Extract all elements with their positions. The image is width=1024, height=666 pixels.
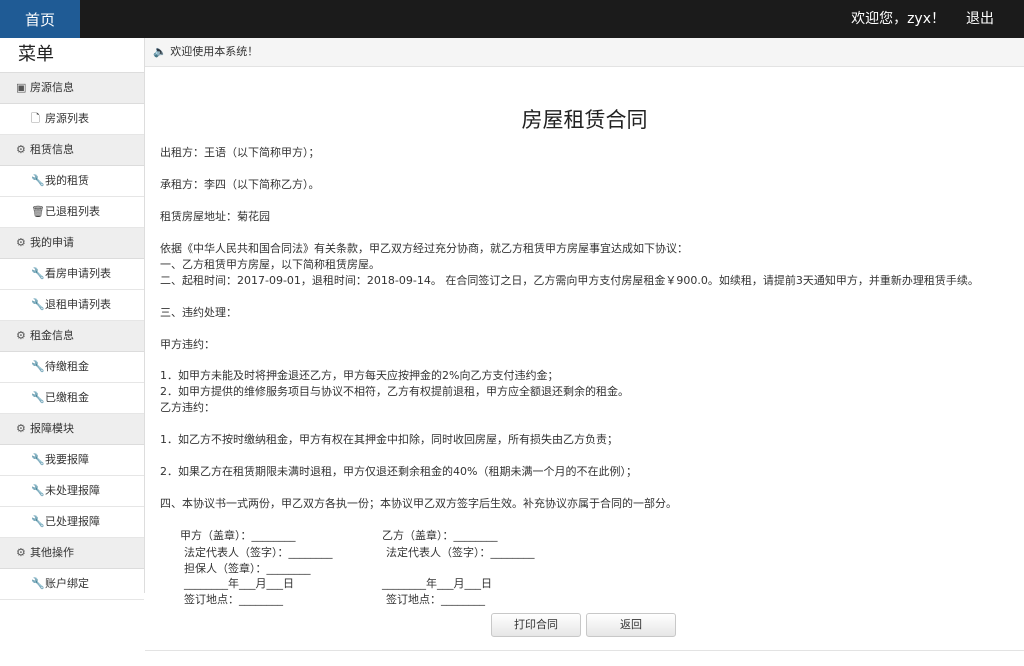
sidebar-item-label: 已缴租金 [45, 391, 89, 404]
sidebar-item-report-fault[interactable]: 🔧我要报障 [0, 445, 144, 476]
sig-party-a-date: ________年___月___日 [184, 577, 294, 590]
sidebar-item-unprocessed-faults[interactable]: 🔧未处理报障 [0, 476, 144, 507]
menu-title: 菜单 [0, 38, 144, 73]
wrench-icon: 🔧 [31, 484, 45, 497]
sig-party-a-place: 签订地点：________ [184, 593, 283, 606]
sidebar-group-rental-info[interactable]: ⚙ 租赁信息 [0, 135, 144, 166]
gear-icon: ⚙ [16, 329, 26, 342]
wrench-icon: 🔧 [31, 267, 45, 280]
sig-guarantor: 担保人（签章）：________ [184, 562, 311, 575]
sidebar-item-label: 账户绑定 [45, 577, 89, 590]
wrench-icon: 🔧 [31, 298, 45, 311]
sidebar-item-label: 看房申请列表 [45, 267, 111, 280]
sidebar-item-rent-due[interactable]: 🔧待缴租金 [0, 352, 144, 383]
contract-a1: 1．如甲方未能及时将押金退还乙方，甲方每天应按押金的2%向乙方支付违约金； [160, 369, 559, 382]
plus-square-icon: ▣ [16, 81, 27, 94]
sidebar-item-label: 我的租赁 [45, 174, 89, 187]
sidebar-item-label: 退租申请列表 [45, 298, 111, 311]
sidebar-group-my-applications[interactable]: ⚙ 我的申请 [0, 228, 144, 259]
contract-title: 房屋租赁合同 [521, 108, 648, 132]
contract-basis: 依据《中华人民共和国合同法》有关条款，甲乙双方经过充分协商，就乙方租赁甲方房屋事… [160, 242, 688, 255]
sig-party-b-rep: 法定代表人（签字）：________ [386, 546, 535, 559]
notice-text: 欢迎使用本系统！ [170, 45, 259, 58]
sidebar-item-rent-paid[interactable]: 🔧已缴租金 [0, 383, 144, 414]
sidebar-group-rent-info[interactable]: ⚙ 租金信息 [0, 321, 144, 352]
speaker-icon: 🔈 [153, 45, 167, 58]
file-icon: 🗋 [31, 112, 40, 125]
nav-home-tab[interactable]: 首页 [0, 0, 80, 38]
sidebar-item-ended-rentals[interactable]: 🗑已退租列表 [0, 197, 144, 228]
sidebar-menu: 菜单 ▣ 房源信息 🗋 房源列表 ⚙ 租赁信息 🔧我的租赁 🗑已退租列表 ⚙ 我的申请 … [0, 38, 145, 600]
sidebar-group-label: 报障模块 [30, 422, 74, 435]
sidebar-item-label: 已退租列表 [45, 205, 100, 218]
sidebar-item-my-rentals[interactable]: 🔧我的租赁 [0, 166, 144, 197]
sidebar-item-processed-faults[interactable]: 🔧已处理报障 [0, 507, 144, 538]
sidebar-group-fault-reports[interactable]: ⚙ 报障模块 [0, 414, 144, 445]
contract-clause-1: 一、乙方租赁甲方房屋，以下简称租赁房屋。 [160, 258, 380, 271]
sidebar-group-label: 我的申请 [30, 236, 74, 249]
sidebar-item-listing-list[interactable]: 🗋 房源列表 [0, 104, 144, 135]
wrench-icon: 🔧 [31, 453, 45, 466]
sig-party-b-place: 签订地点：________ [386, 593, 485, 606]
gear-icon: ⚙ [16, 422, 26, 435]
notice-bar: 🔈 欢迎使用本系统！ [145, 38, 1024, 67]
wrench-icon: 🔧 [31, 391, 45, 404]
sidebar-item-label: 待缴租金 [45, 360, 89, 373]
sidebar-group-listing-info[interactable]: ▣ 房源信息 [0, 73, 144, 104]
sidebar-item-label: 我要报障 [45, 453, 89, 466]
wrench-icon: 🔧 [31, 174, 45, 187]
contract-address: 租赁房屋地址：菊花园 [160, 210, 270, 223]
sidebar-item-account-binding[interactable]: 🔧账户绑定 [0, 569, 144, 600]
contract-clause-2: 二、起租时间：2017-09-01，退租时间：2018-09-14。 在合同签订… [160, 274, 979, 287]
gear-icon: ⚙ [16, 236, 26, 249]
back-button[interactable]: 返回 [586, 613, 676, 637]
sig-party-b: 乙方（盖章）：________ [382, 529, 498, 542]
print-contract-button[interactable]: 打印合同 [491, 613, 581, 637]
contract-lessee: 承租方：李四（以下简称乙方）。 [160, 178, 320, 191]
gear-icon: ⚙ [16, 143, 26, 156]
contract-party-a-breach: 甲方违约： [160, 338, 215, 351]
sidebar-group-label: 租赁信息 [30, 143, 74, 156]
contract-b2: 2．如果乙方在租赁期限未满时退租，甲方仅退还剩余租金的40%（租期未满一个月的不… [160, 465, 637, 478]
logout-link[interactable]: 退出 [966, 0, 994, 38]
sig-party-a: 甲方（盖章）：________ [180, 529, 296, 542]
welcome-text: 欢迎您，zyx！ [851, 11, 945, 27]
top-navbar: 首页 欢迎您，zyx！ 退出 [0, 0, 1024, 38]
sidebar-group-label: 房源信息 [30, 81, 74, 94]
contract-clause-4: 四、本协议书一式两份，甲乙双方各执一份；本协议甲乙双方签字后生效。补充协议亦属于… [160, 497, 677, 510]
sidebar-item-termination-applications[interactable]: 🔧退租申请列表 [0, 290, 144, 321]
wrench-icon: 🔧 [31, 360, 45, 373]
wrench-icon: 🔧 [31, 515, 45, 528]
sig-party-a-rep: 法定代表人（签字）：________ [184, 546, 333, 559]
contract-lessor: 出租方：王语（以下简称甲方）； [160, 146, 320, 159]
contract-clause-3: 三、违约处理： [160, 306, 237, 319]
sidebar-group-other[interactable]: ⚙ 其他操作 [0, 538, 144, 569]
bottom-divider [145, 650, 1024, 651]
contract-party-b-breach: 乙方违约： [160, 401, 215, 414]
sidebar-item-label: 未处理报障 [45, 484, 100, 497]
sidebar-item-label: 已处理报障 [45, 515, 100, 528]
contract-b1: 1．如乙方不按时缴纳租金，甲方有权在其押金中扣除，同时收回房屋，所有损失由乙方负… [160, 433, 618, 446]
contract-a2: 2．如甲方提供的维修服务项目与协议不相符，乙方有权提前退租，甲方应全额退还剩余的… [160, 385, 629, 398]
wrench-icon: 🔧 [31, 577, 45, 590]
sidebar-item-label: 房源列表 [45, 112, 89, 125]
trash-icon: 🗑 [31, 205, 45, 218]
sidebar-group-label: 其他操作 [30, 546, 74, 559]
sidebar-item-viewing-applications[interactable]: 🔧看房申请列表 [0, 259, 144, 290]
gear-icon: ⚙ [16, 546, 26, 559]
sig-party-b-date: ________年___月___日 [382, 577, 492, 590]
main-content: 🔈 欢迎使用本系统！ 房屋租赁合同 出租方：王语（以下简称甲方）； 承租方：李四… [145, 38, 1024, 666]
sidebar-group-label: 租金信息 [30, 329, 74, 342]
